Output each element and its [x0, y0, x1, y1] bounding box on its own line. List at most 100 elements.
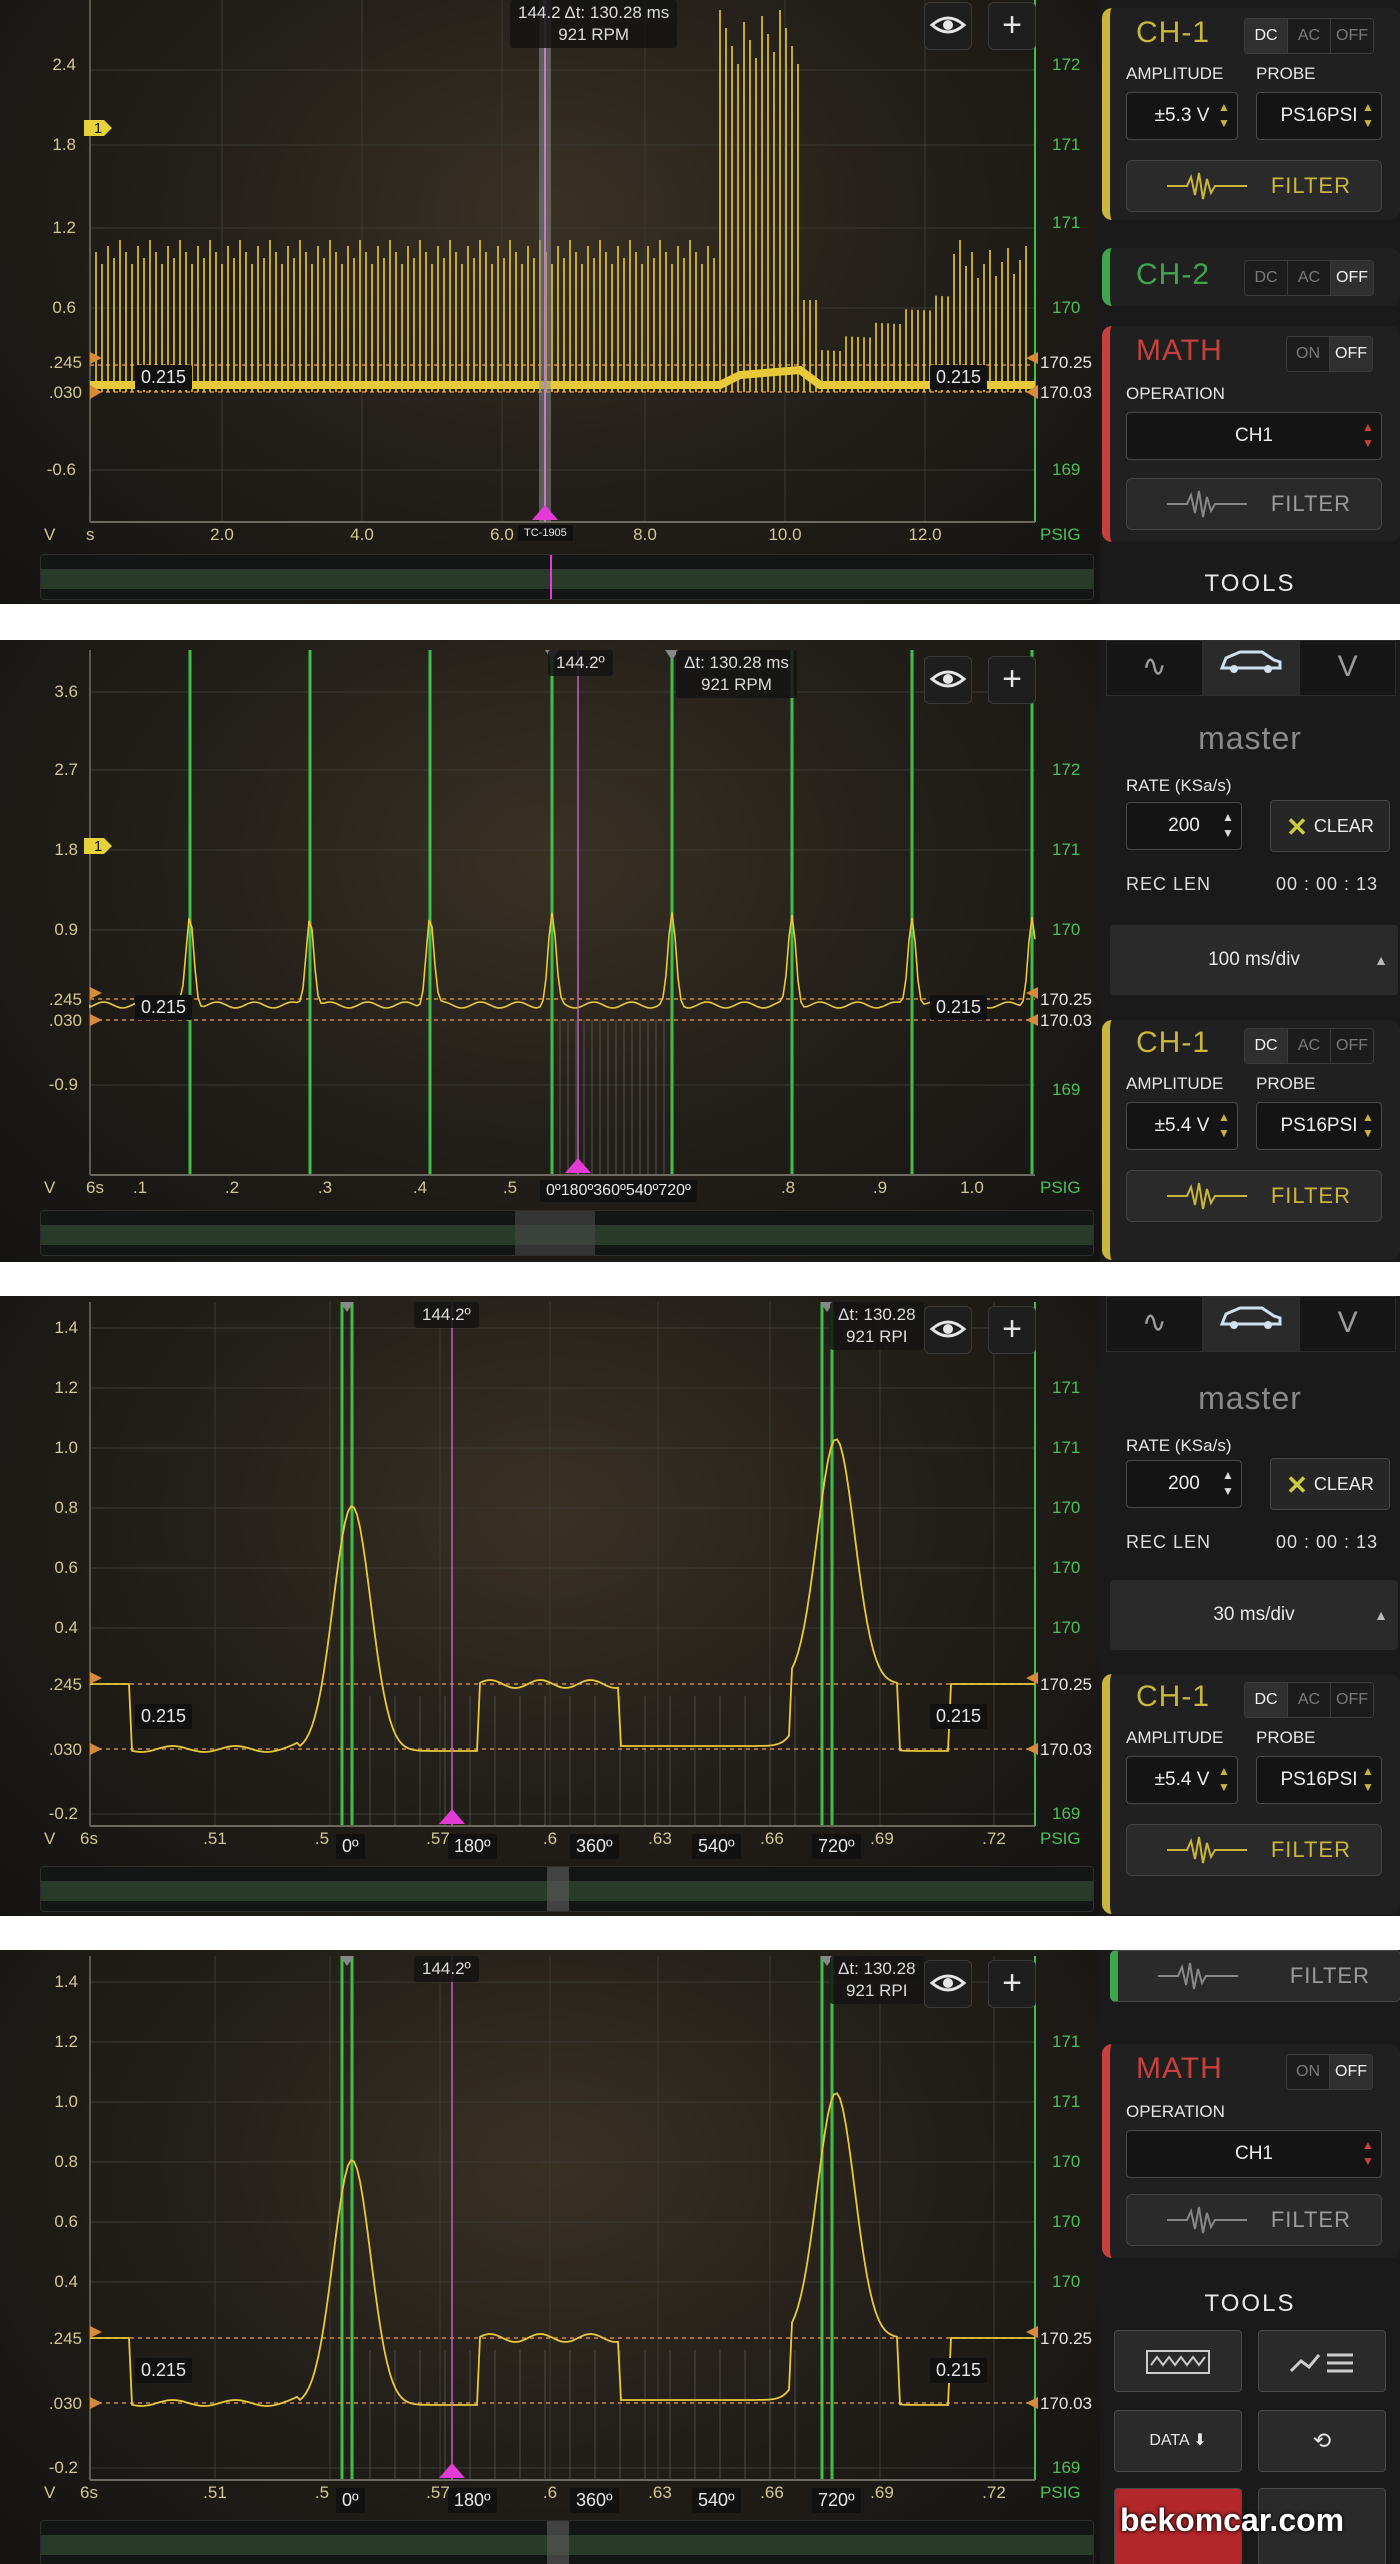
rate-select[interactable]: 200 ▲ ▼ — [1126, 802, 1242, 850]
stepper-icon[interactable]: ▲ ▼ — [1221, 809, 1235, 841]
ch2-filter-button[interactable]: FILTER — [1110, 1950, 1400, 2002]
svg-text:170.03: 170.03 — [1040, 1011, 1092, 1030]
eye-icon[interactable] — [924, 2, 972, 50]
waveform-tool-button[interactable] — [1114, 2330, 1242, 2392]
probe-select[interactable]: PS16PSI ▲ ▼ — [1256, 1102, 1382, 1150]
operation-label: OPERATION — [1126, 2102, 1225, 2121]
dc-button[interactable]: DC — [1245, 1029, 1288, 1063]
timebase-select[interactable]: 100 ms/div▲▼ — [1110, 925, 1398, 1038]
ch1-name[interactable]: CH-1 — [1136, 1680, 1210, 1714]
stepper-icon[interactable]: ▲ ▼ — [1217, 1109, 1231, 1141]
ch1-coupling[interactable]: DC AC OFF — [1244, 1682, 1374, 1718]
mode-tabs[interactable]: ∿ V — [1106, 1296, 1397, 1352]
ch1-name[interactable]: CH-1 — [1136, 16, 1210, 50]
ch1-coupling[interactable]: DC AC OFF — [1244, 1028, 1374, 1064]
off-button[interactable]: OFF — [1331, 1029, 1373, 1063]
ch1-name[interactable]: CH-1 — [1136, 1026, 1210, 1060]
tab-v[interactable]: V — [1299, 640, 1397, 696]
overview-strip[interactable] — [40, 1866, 1094, 1912]
svg-text:.3: .3 — [318, 1178, 332, 1197]
operation-select[interactable]: CH1 ▲ ▼ — [1126, 412, 1382, 460]
overview-strip[interactable] — [40, 554, 1094, 600]
stepper-icon[interactable]: ▲ ▼ — [1361, 419, 1375, 451]
tools-label[interactable]: TOOLS — [1100, 570, 1400, 598]
amplitude-select[interactable]: ±5.4 V ▲ ▼ — [1126, 1102, 1238, 1150]
ac-button[interactable]: AC — [1288, 19, 1331, 53]
ch2-name[interactable]: CH-2 — [1136, 258, 1210, 292]
stepper-icon[interactable]: ▲ ▼ — [1217, 1763, 1231, 1795]
off-button[interactable]: OFF — [1331, 19, 1373, 53]
stepper-icon[interactable]: ▲ ▼ — [1361, 99, 1375, 131]
amplitude-select[interactable]: ±5.4 V ▲ ▼ — [1126, 1756, 1238, 1804]
off-button[interactable]: OFF — [1330, 337, 1372, 371]
svg-text:1.0: 1.0 — [54, 1438, 78, 1457]
tab-wave[interactable]: ∿ — [1106, 1296, 1203, 1352]
history-icon: ⟲ — [1312, 2428, 1332, 2453]
ac-button[interactable]: AC — [1288, 1683, 1331, 1717]
eye-icon[interactable] — [924, 656, 972, 704]
on-button[interactable]: ON — [1287, 337, 1330, 371]
eye-icon[interactable] — [924, 1306, 972, 1354]
overview-strip[interactable] — [40, 1210, 1094, 1256]
off-button[interactable]: OFF — [1330, 2055, 1372, 2089]
stepper-icon[interactable]: ▲ ▼ — [1361, 2137, 1375, 2169]
plus-icon[interactable]: + — [988, 1960, 1036, 2008]
svg-text:170.03: 170.03 — [1040, 1740, 1092, 1759]
timebase-select[interactable]: 30 ms/div▲▼ — [1110, 1580, 1398, 1693]
operation-select[interactable]: CH1 ▲ ▼ — [1126, 2130, 1382, 2178]
overview-strip[interactable] — [40, 2520, 1094, 2564]
plus-icon[interactable]: + — [988, 656, 1036, 704]
stepper-icon[interactable]: ▲ ▼ — [1361, 1763, 1375, 1795]
svg-text:-0.9: -0.9 — [49, 1075, 78, 1094]
mode-tabs[interactable]: ∿ V — [1106, 640, 1397, 696]
ch1-filter-button[interactable]: FILTER — [1126, 1824, 1382, 1876]
math-name[interactable]: MATH — [1136, 2052, 1223, 2086]
math-state[interactable]: ON OFF — [1286, 336, 1373, 372]
tab-car[interactable] — [1202, 1296, 1300, 1352]
tab-car[interactable] — [1202, 640, 1300, 696]
data-download-button[interactable]: DATA ⬇ — [1114, 2410, 1242, 2472]
eye-icon[interactable] — [924, 1960, 972, 2008]
math-filter-button[interactable]: FILTER — [1126, 478, 1382, 530]
cursor-flag[interactable]: TC-1905 — [518, 525, 573, 541]
off-button[interactable]: OFF — [1331, 1683, 1373, 1717]
history-button[interactable]: ⟲ — [1258, 2410, 1386, 2472]
stepper-icon[interactable]: ▲ ▼ — [1221, 1467, 1235, 1499]
degree-label-720: 720º — [812, 2488, 861, 2513]
dc-button[interactable]: DC — [1245, 19, 1288, 53]
probe-select[interactable]: PS16PSI ▲ ▼ — [1256, 1756, 1382, 1804]
dc-button[interactable]: DC — [1245, 261, 1288, 295]
rate-select[interactable]: 200 ▲ ▼ — [1126, 1460, 1242, 1508]
math-name[interactable]: MATH — [1136, 334, 1223, 368]
svg-text:170: 170 — [1052, 1618, 1080, 1637]
rate-label: RATE (KSa/s) — [1126, 1436, 1232, 1455]
plus-icon[interactable]: + — [988, 2, 1036, 50]
ch1-filter-button[interactable]: FILTER — [1126, 160, 1382, 212]
ch2-coupling[interactable]: DC AC OFF — [1244, 260, 1374, 296]
measure-tool-button[interactable] — [1258, 2330, 1386, 2392]
tab-v[interactable]: V — [1299, 1296, 1397, 1352]
math-state[interactable]: ON OFF — [1286, 2054, 1373, 2090]
green-gridlines — [340, 1302, 834, 1826]
amplitude-select[interactable]: ±5.3 V ▲ ▼ — [1126, 92, 1238, 140]
clear-button[interactable]: ✕ CLEAR — [1270, 1458, 1390, 1510]
tools-label[interactable]: TOOLS — [1100, 2290, 1400, 2318]
probe-label: PROBE — [1256, 1074, 1316, 1093]
svg-text:1.2: 1.2 — [52, 218, 76, 237]
stepper-icon[interactable]: ▲ ▼ — [1217, 99, 1231, 131]
on-button[interactable]: ON — [1287, 2055, 1330, 2089]
plus-icon[interactable]: + — [988, 1306, 1036, 1354]
tab-wave[interactable]: ∿ — [1106, 640, 1203, 696]
ch1-coupling[interactable]: DC AC OFF — [1244, 18, 1374, 54]
probe-select[interactable]: PS16PSI ▲ ▼ — [1256, 92, 1382, 140]
ac-button[interactable]: AC — [1288, 261, 1331, 295]
stepper-icon[interactable]: ▲ ▼ — [1361, 1109, 1375, 1141]
ac-button[interactable]: AC — [1288, 1029, 1331, 1063]
svg-text:170.25: 170.25 — [1040, 990, 1092, 1009]
clear-button[interactable]: ✕ CLEAR — [1270, 800, 1390, 852]
dc-button[interactable]: DC — [1245, 1683, 1288, 1717]
math-filter-button[interactable]: FILTER — [1126, 2194, 1382, 2246]
math-card: MATH ON OFF OPERATION CH1 ▲ ▼ FILTER — [1102, 2044, 1400, 2258]
off-button[interactable]: OFF — [1331, 261, 1373, 295]
ch1-filter-button[interactable]: FILTER — [1126, 1170, 1382, 1222]
